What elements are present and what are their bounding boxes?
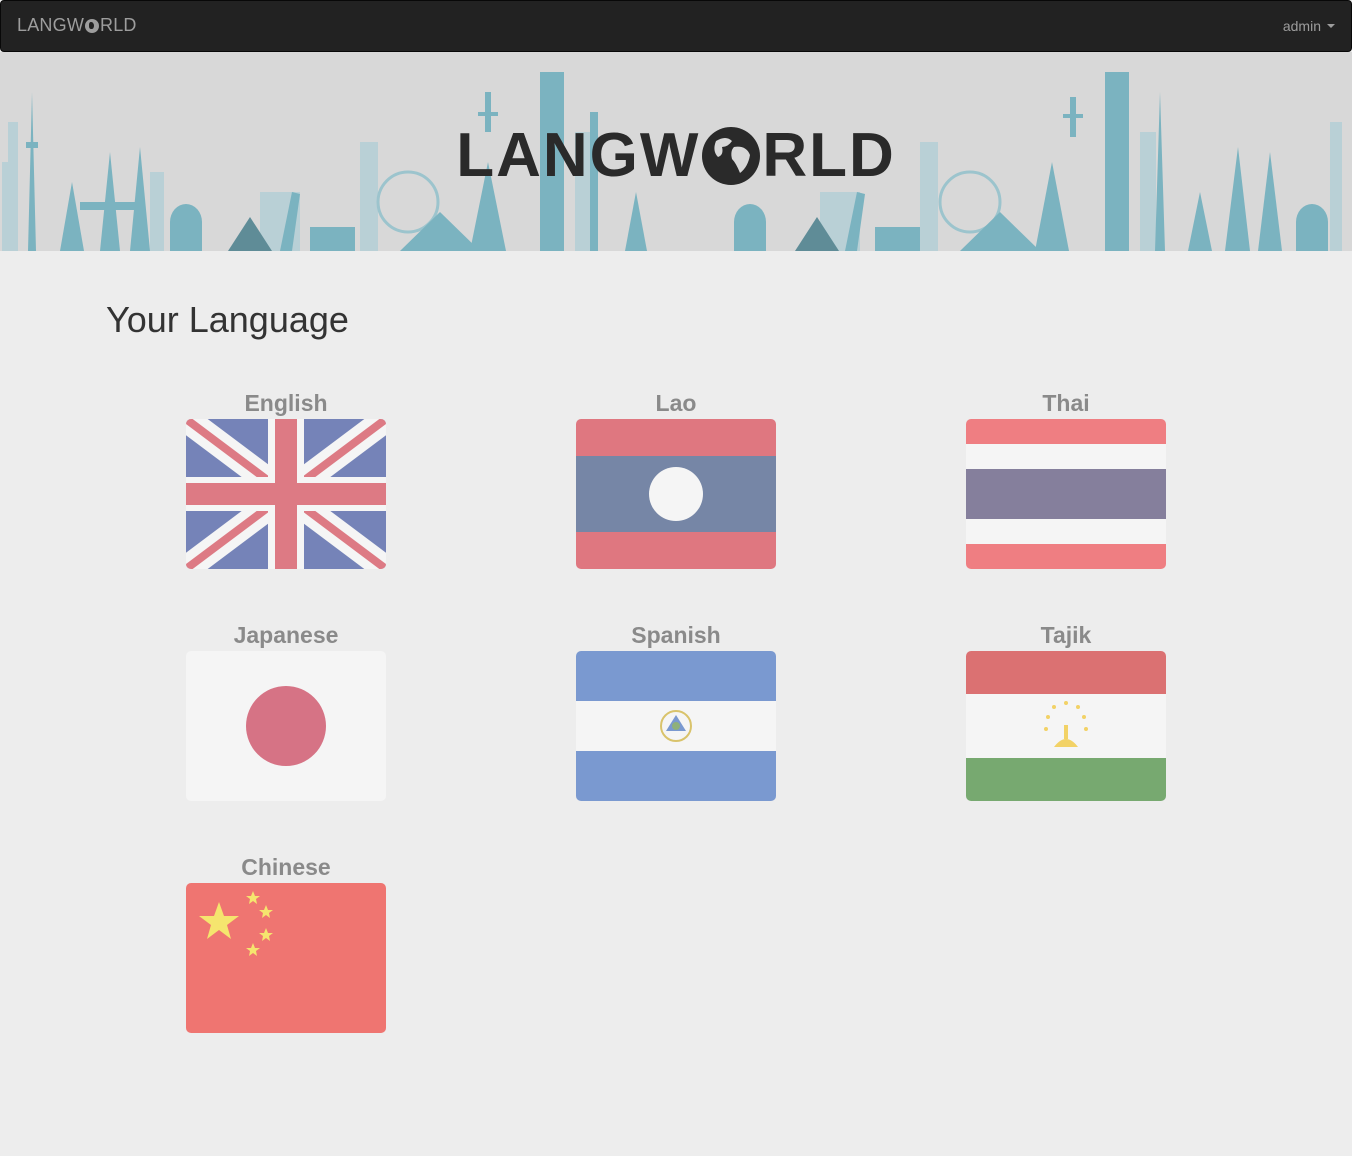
page-title: Your Language <box>106 299 349 340</box>
language-option-tajik[interactable]: Tajik <box>966 619 1166 801</box>
language-option-spanish[interactable]: Spanish <box>576 619 776 801</box>
header-banner: LANGW RLD <box>0 52 1352 251</box>
japan-flag-icon[interactable] <box>186 651 386 801</box>
china-flag-icon[interactable] <box>186 883 386 1033</box>
language-label: Tajik <box>1040 622 1092 648</box>
user-name: admin <box>1282 18 1321 34</box>
thailand-flag-icon[interactable] <box>966 419 1166 569</box>
uk-flag-icon[interactable] <box>186 419 386 569</box>
language-option-lao[interactable]: Lao <box>576 387 776 569</box>
laos-flag-icon[interactable] <box>576 419 776 569</box>
logo-text-start: LANGW <box>456 121 701 190</box>
tajikistan-flag-icon[interactable] <box>966 651 1166 801</box>
language-option-japanese[interactable]: Japanese <box>186 619 386 801</box>
language-label: Lao <box>655 390 697 416</box>
brand-link[interactable]: LANGW RLD <box>17 15 137 36</box>
language-option-thai[interactable]: Thai <box>966 387 1166 569</box>
language-label: Japanese <box>233 622 339 648</box>
language-label: Thai <box>1042 390 1090 416</box>
language-label: Spanish <box>631 622 721 648</box>
language-label: Chinese <box>241 854 331 880</box>
globe-icon <box>85 18 100 33</box>
language-option-chinese[interactable]: Chinese <box>186 851 386 1033</box>
globe-icon <box>702 126 761 185</box>
logo-text-end: RLD <box>762 121 896 190</box>
user-dropdown[interactable]: admin <box>1283 18 1335 34</box>
caret-down-icon <box>1327 24 1335 28</box>
el-salvador-flag-icon[interactable] <box>576 651 776 801</box>
language-label: English <box>244 390 328 416</box>
brand-text-start: LANGW <box>17 15 85 35</box>
brand-text-end: RLD <box>100 15 137 35</box>
language-option-english[interactable]: English <box>186 387 386 569</box>
site-logo: LANGW RLD <box>0 120 1352 191</box>
top-navbar: LANGW RLD admin <box>0 0 1352 52</box>
